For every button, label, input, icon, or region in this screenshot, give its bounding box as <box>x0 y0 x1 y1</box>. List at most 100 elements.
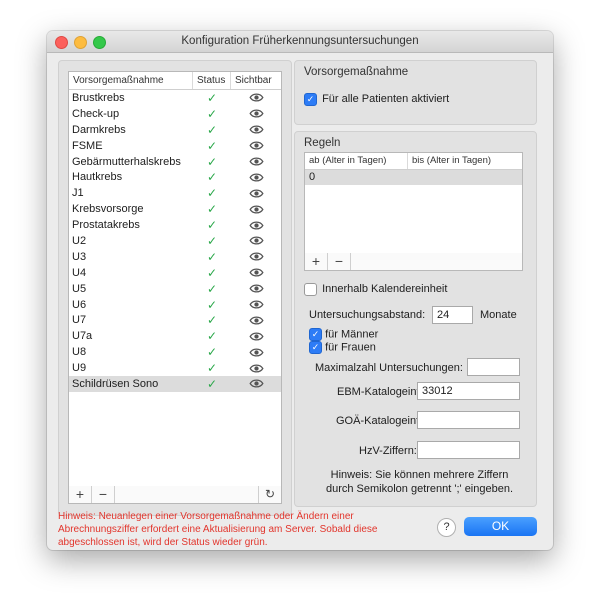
measure-name: Darmkrebs <box>72 123 126 136</box>
visible-eye-icon[interactable] <box>231 141 281 150</box>
visible-eye-icon[interactable] <box>231 379 281 388</box>
table-row[interactable]: U7 ✓ <box>69 312 281 328</box>
measure-name: U5 <box>72 282 87 295</box>
rules-table-header: ab (Alter in Tagen) bis (Alter in Tagen) <box>305 153 522 170</box>
table-row[interactable]: U3 ✓ <box>69 249 281 265</box>
male-row: ✓ für Männer <box>309 328 378 341</box>
goae-input[interactable] <box>417 411 520 429</box>
visible-eye-icon[interactable] <box>231 205 281 214</box>
all-patients-checkbox[interactable]: ✓ <box>304 93 317 106</box>
table-row[interactable]: U6 ✓ <box>69 297 281 313</box>
status-check-icon: ✓ <box>206 329 218 344</box>
table-row[interactable]: U2 ✓ <box>69 233 281 249</box>
measure-box: Vorsorgemaßnahme ✓ Für alle Patienten ak… <box>294 60 537 125</box>
measure-name: U7 <box>72 314 87 327</box>
table-row[interactable]: Prostatakrebs ✓ <box>69 217 281 233</box>
table-row[interactable]: U7a ✓ <box>69 328 281 344</box>
status-check-icon: ✓ <box>206 154 218 169</box>
visible-eye-icon[interactable] <box>231 268 281 277</box>
add-rule-button[interactable]: + <box>305 253 328 270</box>
help-button[interactable]: ? <box>437 518 456 537</box>
table-row[interactable]: Darmkrebs ✓ <box>69 122 281 138</box>
table-row[interactable]: U8 ✓ <box>69 344 281 360</box>
measure-name: Gebärmutterhalskrebs <box>72 155 181 168</box>
status-check-icon: ✓ <box>206 361 218 376</box>
table-row[interactable]: Brustkrebs ✓ <box>69 90 281 106</box>
measure-name: Hautkrebs <box>72 171 123 184</box>
measure-name: U2 <box>72 234 87 247</box>
status-check-icon: ✓ <box>206 265 218 280</box>
all-patients-row: ✓ Für alle Patienten aktiviert <box>304 93 449 106</box>
add-measure-button[interactable]: + <box>69 486 92 503</box>
measure-name: U4 <box>72 266 87 279</box>
status-check-icon: ✓ <box>206 376 218 391</box>
visible-eye-icon[interactable] <box>231 173 281 182</box>
title-bar: Konfiguration Früherkennungsuntersuchung… <box>47 31 553 53</box>
visible-eye-icon[interactable] <box>231 284 281 293</box>
rules-table-row[interactable]: 0 <box>305 170 522 185</box>
max-exams-input[interactable] <box>467 358 520 376</box>
zoom-window-button[interactable] <box>93 36 106 49</box>
visible-eye-icon[interactable] <box>231 109 281 118</box>
status-check-icon: ✓ <box>206 249 218 264</box>
table-row[interactable]: FSME ✓ <box>69 138 281 154</box>
interval-input[interactable]: 24 <box>432 306 473 324</box>
ok-button[interactable]: OK <box>464 517 537 536</box>
visible-eye-icon[interactable] <box>231 157 281 166</box>
table-row[interactable]: U9 ✓ <box>69 360 281 376</box>
remove-rule-button[interactable]: − <box>328 253 351 270</box>
close-window-button[interactable] <box>55 36 68 49</box>
calendar-unit-row: Innerhalb Kalendereinheit <box>304 283 447 296</box>
visible-eye-icon[interactable] <box>231 364 281 373</box>
table-row[interactable]: Schildrüsen Sono ✓ <box>69 376 281 392</box>
column-header-visible[interactable]: Sichtbar <box>231 72 281 89</box>
visible-eye-icon[interactable] <box>231 189 281 198</box>
male-checkbox[interactable]: ✓ <box>309 328 322 341</box>
visible-eye-icon[interactable] <box>231 332 281 341</box>
status-check-icon: ✓ <box>206 106 218 121</box>
table-row[interactable]: U5 ✓ <box>69 281 281 297</box>
female-checkbox[interactable]: ✓ <box>309 341 322 354</box>
column-header-from[interactable]: ab (Alter in Tagen) <box>305 153 408 169</box>
table-row[interactable]: J1 ✓ <box>69 185 281 201</box>
visible-eye-icon[interactable] <box>231 125 281 134</box>
measure-box-title: Vorsorgemaßnahme <box>304 66 409 78</box>
measure-name: FSME <box>72 139 103 152</box>
minimize-window-button[interactable] <box>74 36 87 49</box>
status-check-icon: ✓ <box>206 218 218 233</box>
column-header-to[interactable]: bis (Alter in Tagen) <box>408 153 520 169</box>
column-header-name[interactable]: Vorsorgemaßnahme <box>69 72 193 89</box>
refresh-button[interactable]: ↻ <box>258 486 281 503</box>
column-header-status[interactable]: Status <box>193 72 231 89</box>
visible-eye-icon[interactable] <box>231 316 281 325</box>
table-row[interactable]: Krebsvorsorge ✓ <box>69 201 281 217</box>
ebm-input[interactable]: 33012 <box>417 382 520 400</box>
female-row: ✓ für Frauen <box>309 341 376 354</box>
rules-box: Regeln ab (Alter in Tagen) bis (Alter in… <box>294 131 537 507</box>
calendar-unit-checkbox[interactable] <box>304 283 317 296</box>
hzv-label: HzV-Ziffern: <box>359 445 417 457</box>
status-check-icon: ✓ <box>206 122 218 137</box>
table-row[interactable]: Hautkrebs ✓ <box>69 169 281 185</box>
table-row[interactable]: Gebärmutterhalskrebs ✓ <box>69 154 281 170</box>
measure-name: Krebsvorsorge <box>72 203 144 216</box>
measure-name: U6 <box>72 298 87 311</box>
table-row[interactable]: U4 ✓ <box>69 265 281 281</box>
visible-eye-icon[interactable] <box>231 221 281 230</box>
table-row[interactable]: Check-up ✓ <box>69 106 281 122</box>
visible-eye-icon[interactable] <box>231 93 281 102</box>
visible-eye-icon[interactable] <box>231 348 281 357</box>
measure-name: U3 <box>72 250 87 263</box>
visible-eye-icon[interactable] <box>231 252 281 261</box>
calendar-unit-label: Innerhalb Kalendereinheit <box>322 283 448 296</box>
measure-name: Check-up <box>72 107 120 120</box>
status-check-icon: ✓ <box>206 138 218 153</box>
male-label: für Männer <box>325 328 379 341</box>
remove-measure-button[interactable]: − <box>92 486 115 503</box>
status-check-icon: ✓ <box>206 233 218 248</box>
measure-name: U8 <box>72 346 87 359</box>
hzv-input[interactable] <box>417 441 520 459</box>
visible-eye-icon[interactable] <box>231 300 281 309</box>
visible-eye-icon[interactable] <box>231 236 281 245</box>
status-check-icon: ✓ <box>206 186 218 201</box>
